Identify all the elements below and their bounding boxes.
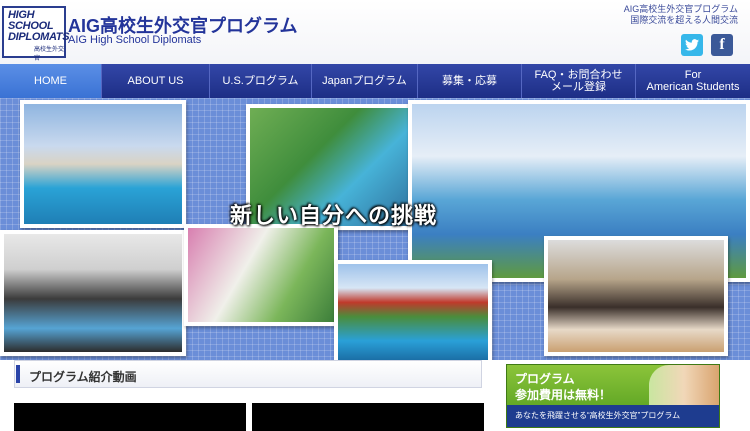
nav-about-us[interactable]: ABOUT US xyxy=(102,64,210,98)
video-player-2[interactable] xyxy=(252,403,484,431)
nav-japan-program[interactable]: Japanプログラム xyxy=(312,64,418,98)
logo-sub: 高校生外交官 xyxy=(34,47,65,62)
nav-recruitment-label: 募集・応募 xyxy=(442,75,497,87)
banner-line1: プログラム xyxy=(515,372,575,386)
section-title: プログラム紹介動画 xyxy=(29,370,137,384)
photo-temple-group xyxy=(334,260,492,360)
site-header: HIGH SCHOOL DIPLOMATS 高校生外交官 AIG高校生外交官プロ… xyxy=(0,0,750,64)
nav-american-students-label: For American Students xyxy=(646,69,740,93)
hero-collage: 新しい自分への挑戦 xyxy=(0,98,750,360)
nav-faq-contact[interactable]: FAQ・お問合わせ メール登録 xyxy=(522,64,636,98)
video-section-header: プログラム紹介動画 xyxy=(14,360,482,388)
nav-home-label: HOME xyxy=(34,75,67,87)
tagline: AIG高校生外交官プログラム 国際交流を超える人間交流 xyxy=(624,4,738,26)
hero-caption: 新しい自分への挑戦 xyxy=(230,203,438,228)
photo-girls-playing xyxy=(184,224,338,326)
banner-line2: 参加費用は無料！ xyxy=(515,388,612,402)
nav-faq-contact-label: FAQ・お問合わせ メール登録 xyxy=(534,69,623,93)
nav-american-students[interactable]: For American Students xyxy=(636,64,750,98)
photo-capitol-group xyxy=(20,100,186,228)
photo-students-eating xyxy=(544,236,728,356)
main-nav: HOME ABOUT US U.S.プログラム Japanプログラム 募集・応募… xyxy=(0,64,750,98)
facebook-icon[interactable]: f xyxy=(711,34,733,56)
site-subtitle: AIG High School Diplomats xyxy=(68,34,202,46)
tagline-line2: 国際交流を超える人間交流 xyxy=(630,15,738,25)
nav-about-us-label: ABOUT US xyxy=(127,75,184,87)
photo-classroom xyxy=(0,230,186,356)
nav-recruitment[interactable]: 募集・応募 xyxy=(418,64,522,98)
site-logo[interactable]: HIGH SCHOOL DIPLOMATS 高校生外交官 xyxy=(2,6,70,62)
nav-us-program[interactable]: U.S.プログラム xyxy=(210,64,312,98)
section-accent-bar xyxy=(16,365,20,383)
nav-us-program-label: U.S.プログラム xyxy=(222,75,299,87)
nav-japan-program-label: Japanプログラム xyxy=(322,75,407,87)
banner-line3: あなたを飛躍させる“高校生外交官”プログラム xyxy=(515,411,681,420)
free-program-banner[interactable]: プログラム 参加費用は無料！ あなたを飛躍させる“高校生外交官”プログラム xyxy=(506,364,720,428)
tagline-line1: AIG高校生外交官プログラム xyxy=(623,4,738,14)
banner-students-image xyxy=(649,365,719,407)
twitter-icon[interactable] xyxy=(681,34,703,56)
nav-home[interactable]: HOME xyxy=(0,64,102,98)
video-player-1[interactable] xyxy=(14,403,246,431)
logo-text: HIGH SCHOOL DIPLOMATS xyxy=(8,9,70,43)
banner-strip: あなたを飛躍させる“高校生外交官”プログラム xyxy=(507,405,719,427)
